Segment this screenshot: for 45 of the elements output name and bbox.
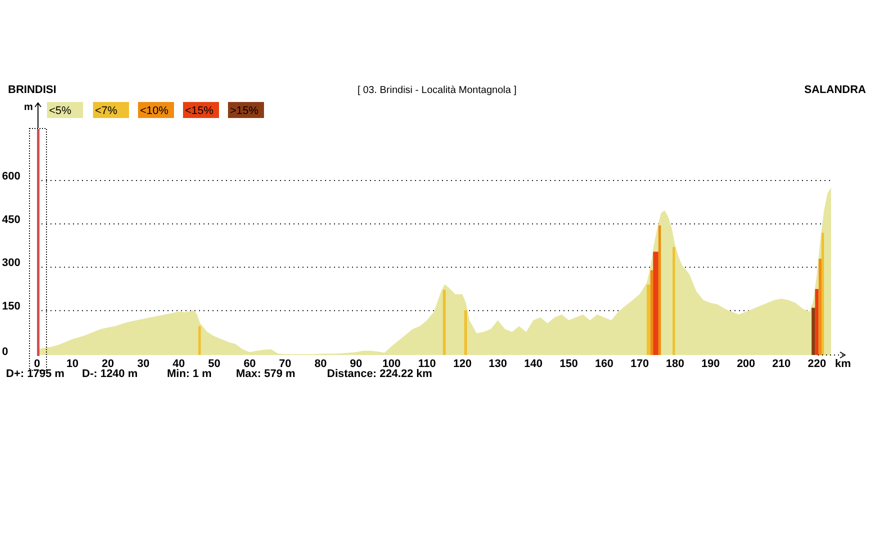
y-tick-label: 450 — [2, 214, 20, 226]
legend-label: >15% — [230, 105, 258, 117]
x-tick-label: 170 — [630, 358, 649, 370]
start-place: BRINDISI — [8, 84, 56, 96]
x-tick-label: 90 — [350, 358, 362, 370]
x-tick-label: 80 — [314, 358, 327, 370]
x-tick-label: 200 — [736, 358, 756, 370]
x-tick-label: 40 — [172, 358, 185, 370]
x-tick-label: 130 — [488, 358, 508, 370]
legend-label: <5% — [49, 105, 72, 117]
x-axis-label: km — [835, 358, 851, 370]
x-tick-label: 60 — [244, 358, 256, 370]
y-tick-label: 0 — [2, 346, 8, 358]
x-axis-arrow — [818, 352, 846, 358]
legend-label: <7% — [95, 105, 118, 117]
stat-text: D-: 1240 m — [82, 368, 138, 380]
stat-text: Min: 1 m — [167, 368, 212, 380]
legend-label: <15% — [185, 105, 214, 117]
x-tick-label: 100 — [382, 358, 401, 370]
x-tick-label: 210 — [772, 358, 791, 370]
x-tick-label: 20 — [102, 358, 114, 370]
x-tick-label: 50 — [208, 358, 220, 370]
y-tick-label: 300 — [2, 257, 20, 270]
x-tick-label: 10 — [66, 358, 79, 370]
x-tick-label: 160 — [595, 358, 614, 370]
x-tick-label: 110 — [418, 358, 436, 370]
x-tick-label: 70 — [279, 358, 292, 370]
legend-label: <10% — [140, 105, 168, 117]
stat-text: D+: 1795 m — [6, 368, 64, 380]
x-tick-label: 150 — [560, 358, 578, 370]
x-tick-label: 140 — [524, 358, 542, 370]
stat-text: Max: 579 m — [236, 368, 296, 380]
stat-text: Distance: 224.22 km — [327, 368, 432, 380]
x-tick-label: 0 — [34, 358, 40, 370]
x-tick-label: 220 — [808, 358, 826, 370]
y-tick-label: 150 — [2, 300, 20, 313]
x-tick-label: 30 — [137, 358, 150, 370]
end-place: SALANDRA — [804, 84, 866, 96]
y-tick-label: 600 — [2, 170, 20, 182]
y-axis-arrow — [34, 102, 42, 128]
x-tick-label: 190 — [701, 358, 720, 370]
x-tick-label: 180 — [666, 358, 684, 370]
route-title: [ 03. Brindisi - Località Montagnola ] — [358, 85, 516, 96]
y-axis-label: m — [24, 102, 33, 113]
x-tick-label: 120 — [453, 358, 472, 370]
